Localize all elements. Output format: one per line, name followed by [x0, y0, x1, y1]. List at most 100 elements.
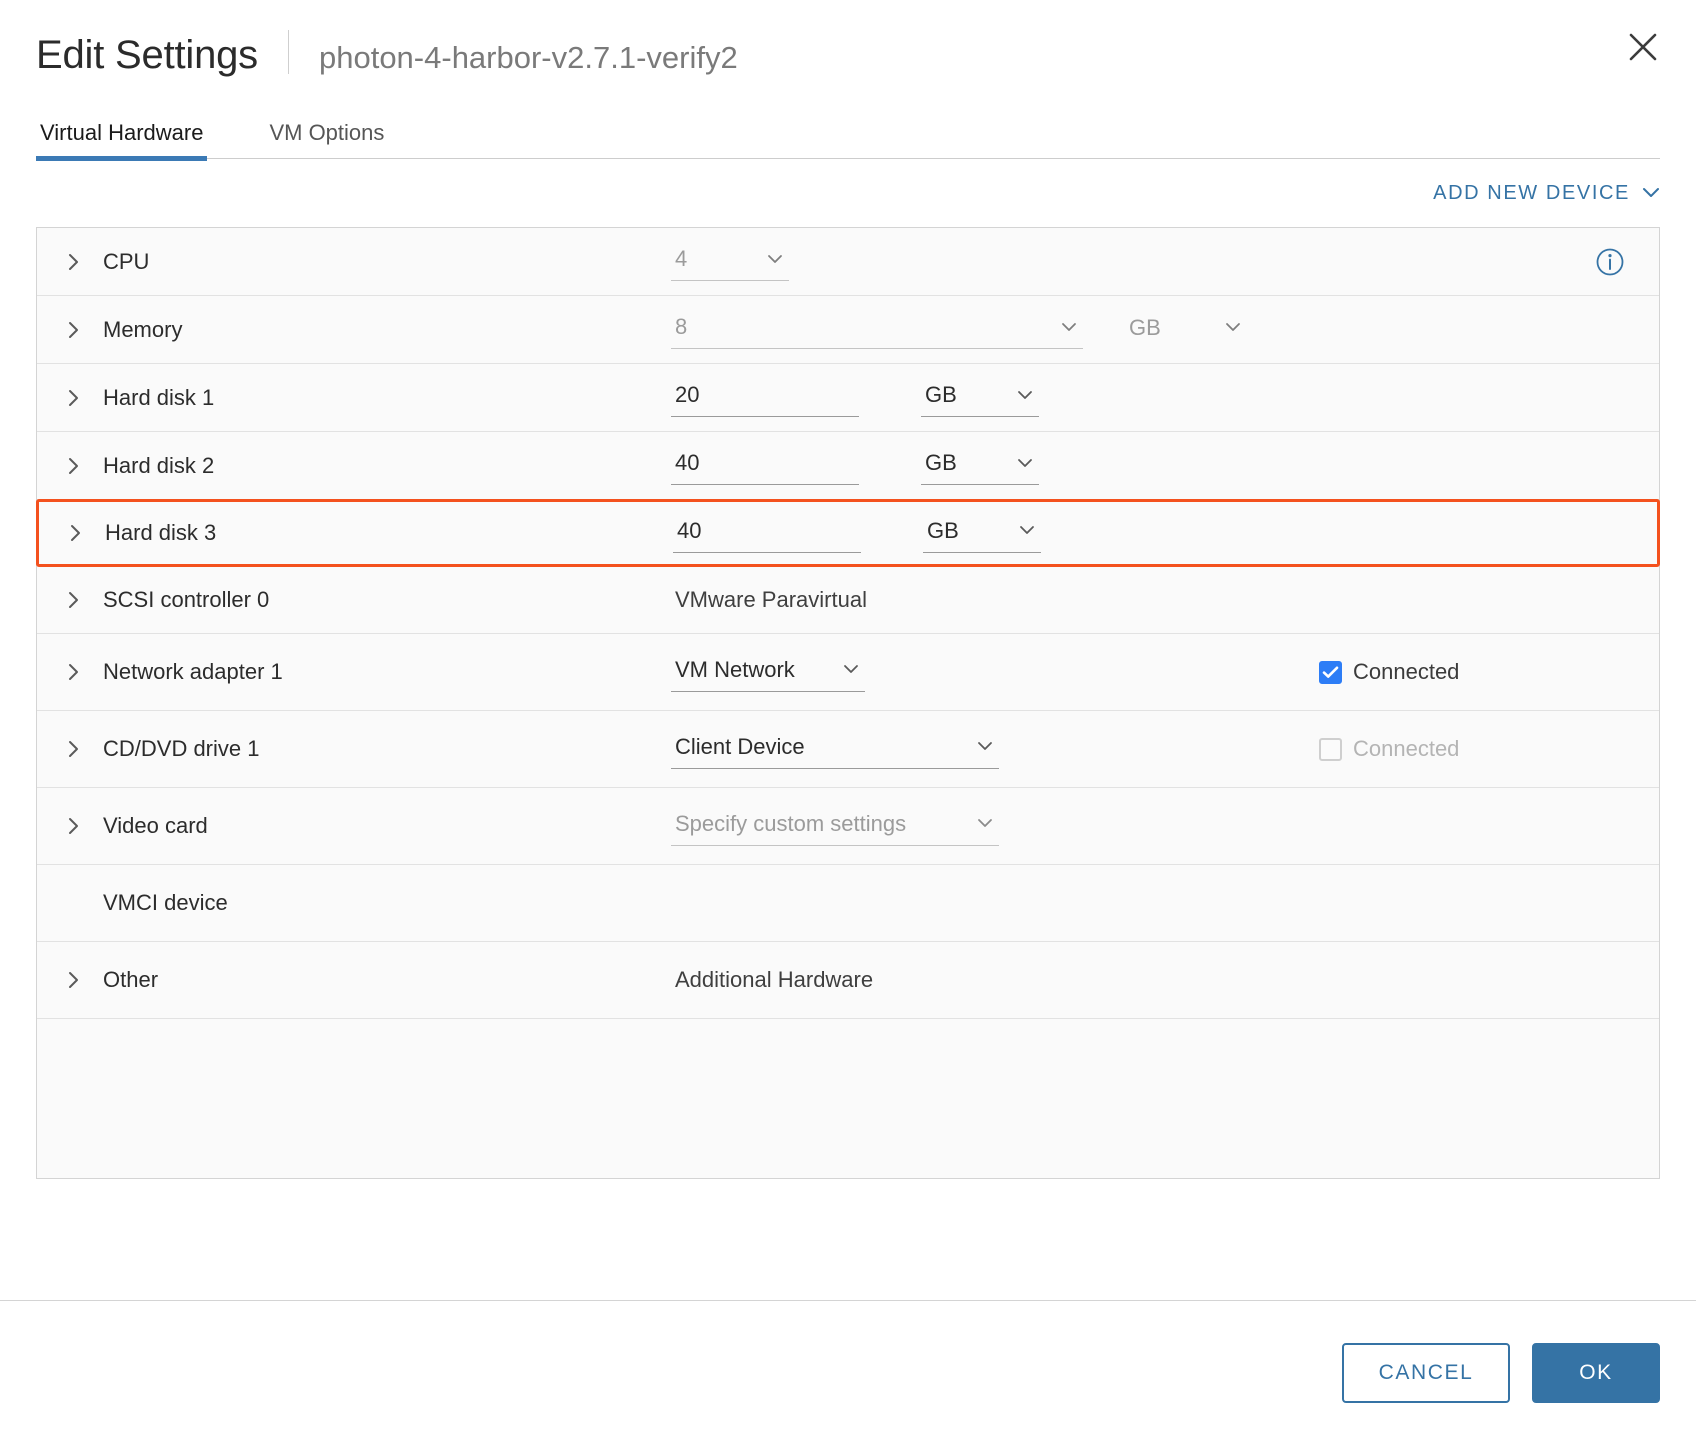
hard-disk-2-unit-select[interactable]: GB — [921, 446, 1039, 485]
hard-disk-2-unit-value: GB — [925, 450, 957, 475]
ok-button-label: OK — [1579, 1360, 1613, 1384]
row-other-label-cell: Other — [37, 967, 671, 993]
memory-size-select[interactable]: 8 — [671, 310, 1083, 349]
network-adapter-1-connected-group: Connected — [1319, 659, 1459, 685]
dialog-footer: CANCEL OK — [0, 1300, 1696, 1444]
row-cpu-label: CPU — [103, 248, 150, 274]
row-cd-dvd-drive-1-value-cell: Client Device Connected — [671, 730, 1659, 769]
toolbar: ADD NEW DEVICE — [36, 159, 1660, 227]
row-scsi-controller-0: SCSI controller 0 VMware Paravirtual — [37, 566, 1659, 634]
row-vmci-device-label-cell: VMCI device — [37, 890, 671, 916]
chevron-right-icon[interactable] — [67, 816, 97, 836]
hard-disk-3-unit-select[interactable]: GB — [923, 514, 1041, 553]
dialog-header: Edit Settings photon-4-harbor-v2.7.1-ver… — [0, 0, 1696, 96]
row-hard-disk-3-label-cell: Hard disk 3 — [39, 520, 673, 546]
network-adapter-1-connected-checkbox[interactable] — [1319, 660, 1342, 684]
cd-dvd-drive-1-connected-group: Connected — [1319, 736, 1459, 762]
network-adapter-1-connected-label: Connected — [1353, 659, 1460, 684]
row-other-value-cell: Additional Hardware — [671, 967, 1659, 993]
chevron-right-icon[interactable] — [67, 739, 97, 759]
tab-vm-options-label: VM Options — [269, 120, 385, 145]
chevron-right-icon[interactable] — [67, 662, 97, 682]
cd-dvd-drive-1-connected-label: Connected — [1353, 736, 1460, 761]
chevron-right-icon[interactable] — [67, 388, 97, 408]
row-hard-disk-3-value-cell: GB — [673, 513, 1657, 553]
tab-virtual-hardware[interactable]: Virtual Hardware — [36, 120, 208, 161]
close-icon[interactable] — [1620, 24, 1666, 70]
tab-virtual-hardware-label: Virtual Hardware — [40, 120, 204, 145]
row-memory-value-cell: 8 GB — [671, 310, 1659, 349]
chevron-down-icon — [1019, 525, 1035, 536]
chevron-right-icon[interactable] — [67, 456, 97, 476]
chevron-down-icon — [977, 818, 993, 829]
cancel-button-label: CANCEL — [1378, 1360, 1474, 1384]
chevron-down-icon — [1061, 322, 1077, 333]
chevron-right-icon[interactable] — [69, 523, 99, 543]
chevron-down-icon — [843, 664, 859, 675]
cancel-button[interactable]: CANCEL — [1342, 1342, 1510, 1403]
row-network-adapter-1: Network adapter 1 VM Network Connected — [37, 634, 1659, 711]
cd-dvd-drive-1-connected-checkbox[interactable] — [1319, 737, 1342, 761]
row-other: Other Additional Hardware — [37, 942, 1659, 1019]
row-video-card-label-cell: Video card — [37, 813, 671, 839]
row-network-adapter-1-value-cell: VM Network Connected — [671, 653, 1659, 692]
network-adapter-1-network-value: VM Network — [675, 656, 795, 682]
cd-dvd-drive-1-device-select[interactable]: Client Device — [671, 730, 999, 769]
title-separator — [287, 30, 289, 74]
chevron-down-icon — [1642, 187, 1660, 199]
vm-name: photon-4-harbor-v2.7.1-verify2 — [318, 40, 738, 75]
row-cd-dvd-drive-1: CD/DVD drive 1 Client Device Connected — [37, 711, 1659, 788]
row-cpu: CPU 4 — [37, 228, 1659, 296]
row-other-label: Other — [103, 967, 159, 992]
hard-disk-1-unit-select[interactable]: GB — [921, 378, 1039, 417]
row-network-adapter-1-label: Network adapter 1 — [103, 659, 283, 684]
hard-disk-2-size-input[interactable] — [671, 446, 859, 485]
hard-disk-1-size-input[interactable] — [671, 378, 859, 417]
ok-button[interactable]: OK — [1532, 1342, 1660, 1403]
row-hard-disk-1-label: Hard disk 1 — [103, 384, 215, 410]
row-scsi-controller-0-value-cell: VMware Paravirtual — [671, 587, 1659, 613]
video-card-settings-select[interactable]: Specify custom settings — [671, 807, 999, 846]
row-network-adapter-1-label-cell: Network adapter 1 — [37, 659, 671, 685]
chevron-right-icon[interactable] — [67, 970, 97, 990]
row-hard-disk-2-label: Hard disk 2 — [103, 452, 215, 478]
row-vmci-device: VMCI device — [37, 865, 1659, 942]
device-list: CPU 4 Memory 8 GB Hard disk 1 20 GB Hard… — [36, 227, 1660, 1179]
row-scsi-controller-0-label-cell: SCSI controller 0 — [37, 587, 671, 613]
video-card-settings-value: Specify custom settings — [675, 810, 907, 836]
tab-vm-options[interactable]: VM Options — [265, 120, 388, 158]
row-memory: Memory 8 GB — [37, 296, 1659, 364]
chevron-down-icon — [767, 254, 783, 265]
cpu-count-select[interactable]: 4 — [671, 242, 789, 281]
row-scsi-controller-0-label: SCSI controller 0 — [103, 586, 270, 612]
chevron-down-icon — [1017, 458, 1033, 469]
cpu-count-value: 4 — [675, 246, 688, 271]
info-circle-icon[interactable] — [1595, 247, 1625, 277]
row-vmci-device-label: VMCI device — [103, 890, 228, 915]
page-title: Edit Settings — [36, 33, 258, 77]
row-hard-disk-1: Hard disk 1 GB — [37, 364, 1659, 432]
hard-disk-3-size-input[interactable] — [673, 513, 861, 553]
add-new-device-button[interactable]: ADD NEW DEVICE — [1433, 182, 1660, 205]
row-hard-disk-2-label-cell: Hard disk 2 — [37, 453, 671, 479]
cd-dvd-drive-1-device-value: Client Device — [675, 733, 805, 759]
row-cd-dvd-drive-1-label-cell: CD/DVD drive 1 — [37, 736, 671, 762]
row-hard-disk-1-label-cell: Hard disk 1 — [37, 385, 671, 411]
network-adapter-1-network-select[interactable]: VM Network — [671, 653, 865, 692]
row-hard-disk-2-value-cell: GB — [671, 446, 1659, 485]
row-memory-label-cell: Memory — [37, 317, 671, 343]
memory-unit-select[interactable]: GB — [1125, 311, 1247, 349]
memory-unit-value: GB — [1129, 314, 1161, 340]
row-hard-disk-3-label: Hard disk 3 — [105, 520, 217, 545]
tab-bar: Virtual Hardware VM Options — [36, 110, 1660, 161]
row-video-card: Video card Specify custom settings — [37, 788, 1659, 865]
chevron-right-icon[interactable] — [67, 320, 97, 340]
row-video-card-label: Video card — [103, 813, 208, 838]
row-cpu-value-cell: 4 — [671, 242, 1659, 281]
row-memory-label: Memory — [103, 316, 183, 342]
hard-disk-3-unit-value: GB — [927, 517, 959, 543]
chevron-down-icon — [977, 741, 993, 752]
chevron-right-icon[interactable] — [67, 252, 97, 272]
chevron-right-icon[interactable] — [67, 590, 97, 610]
chevron-down-icon — [1017, 390, 1033, 401]
